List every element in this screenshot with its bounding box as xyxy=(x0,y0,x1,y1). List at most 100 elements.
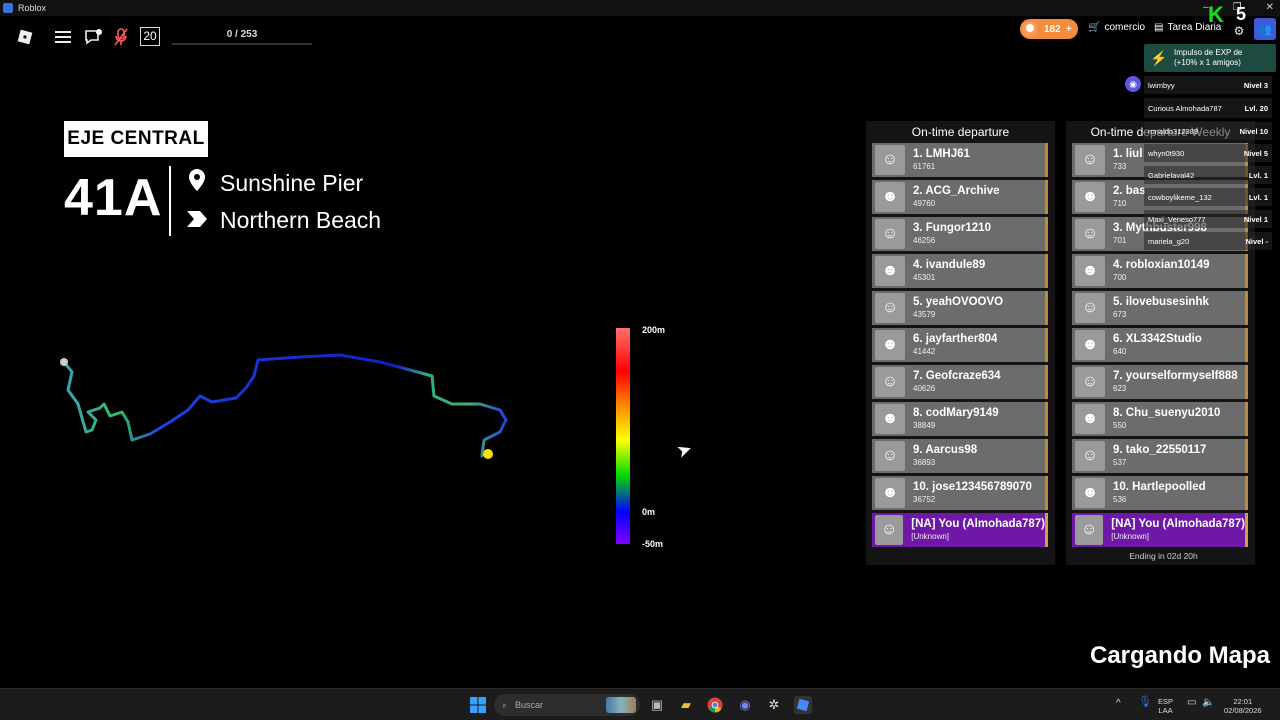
friend-level: Nivel 1 xyxy=(1243,214,1268,224)
friend-entry[interactable]: ronaldo312389 Nivel 10 xyxy=(1144,122,1272,140)
app-icon: ✲ xyxy=(768,697,780,712)
route-start-marker xyxy=(60,358,68,366)
folder-icon: ▰ xyxy=(681,697,691,712)
volume-icon[interactable]: 🔈 xyxy=(1202,698,1214,708)
avatar: ☻ xyxy=(875,256,905,286)
tray-overflow-icon[interactable]: ^ xyxy=(1116,699,1121,709)
clock-time: 22:01 xyxy=(1233,697,1253,706)
player-score: 40626 xyxy=(913,384,936,393)
chat-bubble-icon xyxy=(85,29,102,45)
add-currency-button[interactable]: + xyxy=(1066,24,1072,35)
friend-entry[interactable]: Curious Almohada787 Lvl. 20 xyxy=(1144,98,1272,118)
roblox-taskbar-button[interactable] xyxy=(794,696,812,714)
clipboard-icon: ▤ xyxy=(1154,22,1164,33)
friend-entry[interactable]: mariela_g20 Nivel - xyxy=(1144,232,1272,250)
board-title: On-time departure xyxy=(911,125,1010,139)
language-indicator[interactable]: ESP LAA xyxy=(1158,697,1173,715)
player-score: 673 xyxy=(1113,310,1127,319)
origin-label: Sunshine Pier xyxy=(220,169,364,196)
player-score: 41442 xyxy=(913,347,936,356)
windows-logo-icon xyxy=(470,697,486,713)
network-icon[interactable]: ▭ xyxy=(1187,698,1196,708)
settings-button[interactable]: ⚙ xyxy=(1228,20,1250,42)
route-origin: Sunshine Pier xyxy=(186,168,363,198)
app-taskbar-button[interactable]: ✲ xyxy=(765,696,783,714)
chat-button[interactable] xyxy=(82,26,104,48)
friend-entry[interactable]: Maxi_Veneso777 Nivel 1 xyxy=(1144,210,1272,228)
region-code: LAA xyxy=(1158,706,1173,715)
leaderboard-row: ☻ 6. XL3342Studio 640 xyxy=(1072,328,1248,362)
mic-toggle-button[interactable] xyxy=(110,26,132,48)
avatar: ☺ xyxy=(875,293,905,323)
avatar: ☺ xyxy=(1075,441,1105,471)
roblox-app-icon xyxy=(3,3,13,13)
player-name: 1. liul xyxy=(1113,148,1143,160)
close-button[interactable]: ✕ xyxy=(1266,0,1274,16)
shop-button[interactable]: 🛒 comercio xyxy=(1088,22,1145,33)
destination-arrow-icon xyxy=(186,208,208,234)
player-score: 537 xyxy=(1113,458,1127,467)
player-score: 45301 xyxy=(913,273,936,282)
player-name: 5. yeahOVOOVO xyxy=(913,296,1004,308)
roblox-menu-button[interactable] xyxy=(14,26,36,48)
player-score: 623 xyxy=(1113,384,1127,393)
avatar: ☺ xyxy=(875,441,905,471)
elevation-zero-label: 0m xyxy=(642,507,656,517)
menu-icon xyxy=(55,31,71,43)
leaderboard-row: ☺ 7. Geofcraze634 40626 xyxy=(872,365,1048,399)
route-path xyxy=(62,353,508,458)
board-footer: Ending in 02d 20h xyxy=(1129,551,1198,561)
mouse-cursor-icon: ➤ xyxy=(673,438,695,463)
taskbar-search[interactable]: ⌕ Buscar xyxy=(494,694,640,716)
player-name: 1. LMHJ61 xyxy=(913,148,970,160)
leaderboard-row: ☺ 3. Fungor1210 46256 xyxy=(872,217,1048,251)
discord-icon: ◉ xyxy=(739,697,751,712)
elevation-scale xyxy=(616,328,630,544)
player-score: 536 xyxy=(1113,495,1127,504)
player-name: 6. XL3342Studio xyxy=(1113,333,1202,345)
player-name: 8. Chu_suenyu2010 xyxy=(1113,407,1221,419)
current-position-marker xyxy=(483,449,493,459)
task-view-button[interactable]: ▣ xyxy=(648,696,666,714)
tray-mic-icon[interactable]: 🎙 xyxy=(1138,697,1152,708)
friend-entry[interactable]: whyn0t930 Nivel 5 xyxy=(1144,144,1272,162)
leaderboard-row: ☻ 10. jose123456789070 36752 xyxy=(872,476,1048,510)
friend-level: Lvl. 1 xyxy=(1248,192,1268,202)
player-name: 3. Fungor1210 xyxy=(913,222,991,234)
leaderboard-row: ☺ 7. yourselformyself888 623 xyxy=(1072,365,1248,399)
hamburger-menu-button[interactable] xyxy=(52,26,74,48)
friend-entry[interactable]: cowboylikeme_132 Lvl. 1 xyxy=(1144,188,1272,206)
file-explorer-button[interactable]: ▰ xyxy=(677,696,695,714)
currency-counter[interactable]: ✺ 182 + xyxy=(1020,19,1078,39)
roblox-icon xyxy=(797,699,809,711)
start-button[interactable] xyxy=(469,696,487,714)
player-count-box: 20 xyxy=(140,27,160,46)
player-score: 36893 xyxy=(913,458,936,467)
player-score: 61761 xyxy=(913,162,936,171)
player-score: 710 xyxy=(1113,199,1127,208)
clock[interactable]: 22:01 02/08/2026 xyxy=(1224,697,1262,715)
destination-label: Northern Beach xyxy=(220,207,382,233)
exp-progress: 0 / 253 xyxy=(172,29,312,45)
gear-icon: ⚙ xyxy=(1233,24,1245,38)
avatar: ☻ xyxy=(1075,256,1105,286)
friend-level: Nivel 5 xyxy=(1243,148,1268,158)
friend-entry[interactable]: Gabrielaval42 Lvl. 1 xyxy=(1144,166,1272,184)
exp-boost-banner: ⚡ Impulso de EXP de (+10% x 1 amigos) xyxy=(1144,44,1276,72)
window-titlebar: Roblox – ❐ ✕ xyxy=(0,0,1280,16)
avatar: ☺ xyxy=(875,219,905,249)
language-code: ESP xyxy=(1158,697,1174,706)
avatar: ☻ xyxy=(1075,404,1105,434)
player-name: 5. ilovebusesinhk xyxy=(1113,296,1209,308)
friend-level: Nivel 3 xyxy=(1243,80,1268,90)
discord-taskbar-button[interactable]: ◉ xyxy=(736,696,754,714)
friend-name: Gabrielaval42 xyxy=(1148,170,1195,180)
chrome-button[interactable] xyxy=(706,696,724,714)
leaderboard-row: ☻ 4. ivandule89 45301 xyxy=(872,254,1048,288)
friend-level: Lvl. 1 xyxy=(1248,170,1268,180)
windows-taskbar: ⌕ Buscar ▣ ▰ ◉ ✲ ^ 🎙 ESP LAA ▭ 🔈 22:01 0… xyxy=(0,688,1280,720)
friend-entry[interactable]: lwimbyy Nivel 3 xyxy=(1144,76,1272,94)
friends-button[interactable]: 👥 xyxy=(1254,18,1276,40)
player-name: 4. ivandule89 xyxy=(913,259,986,271)
avatar: ☻ xyxy=(1075,478,1105,508)
